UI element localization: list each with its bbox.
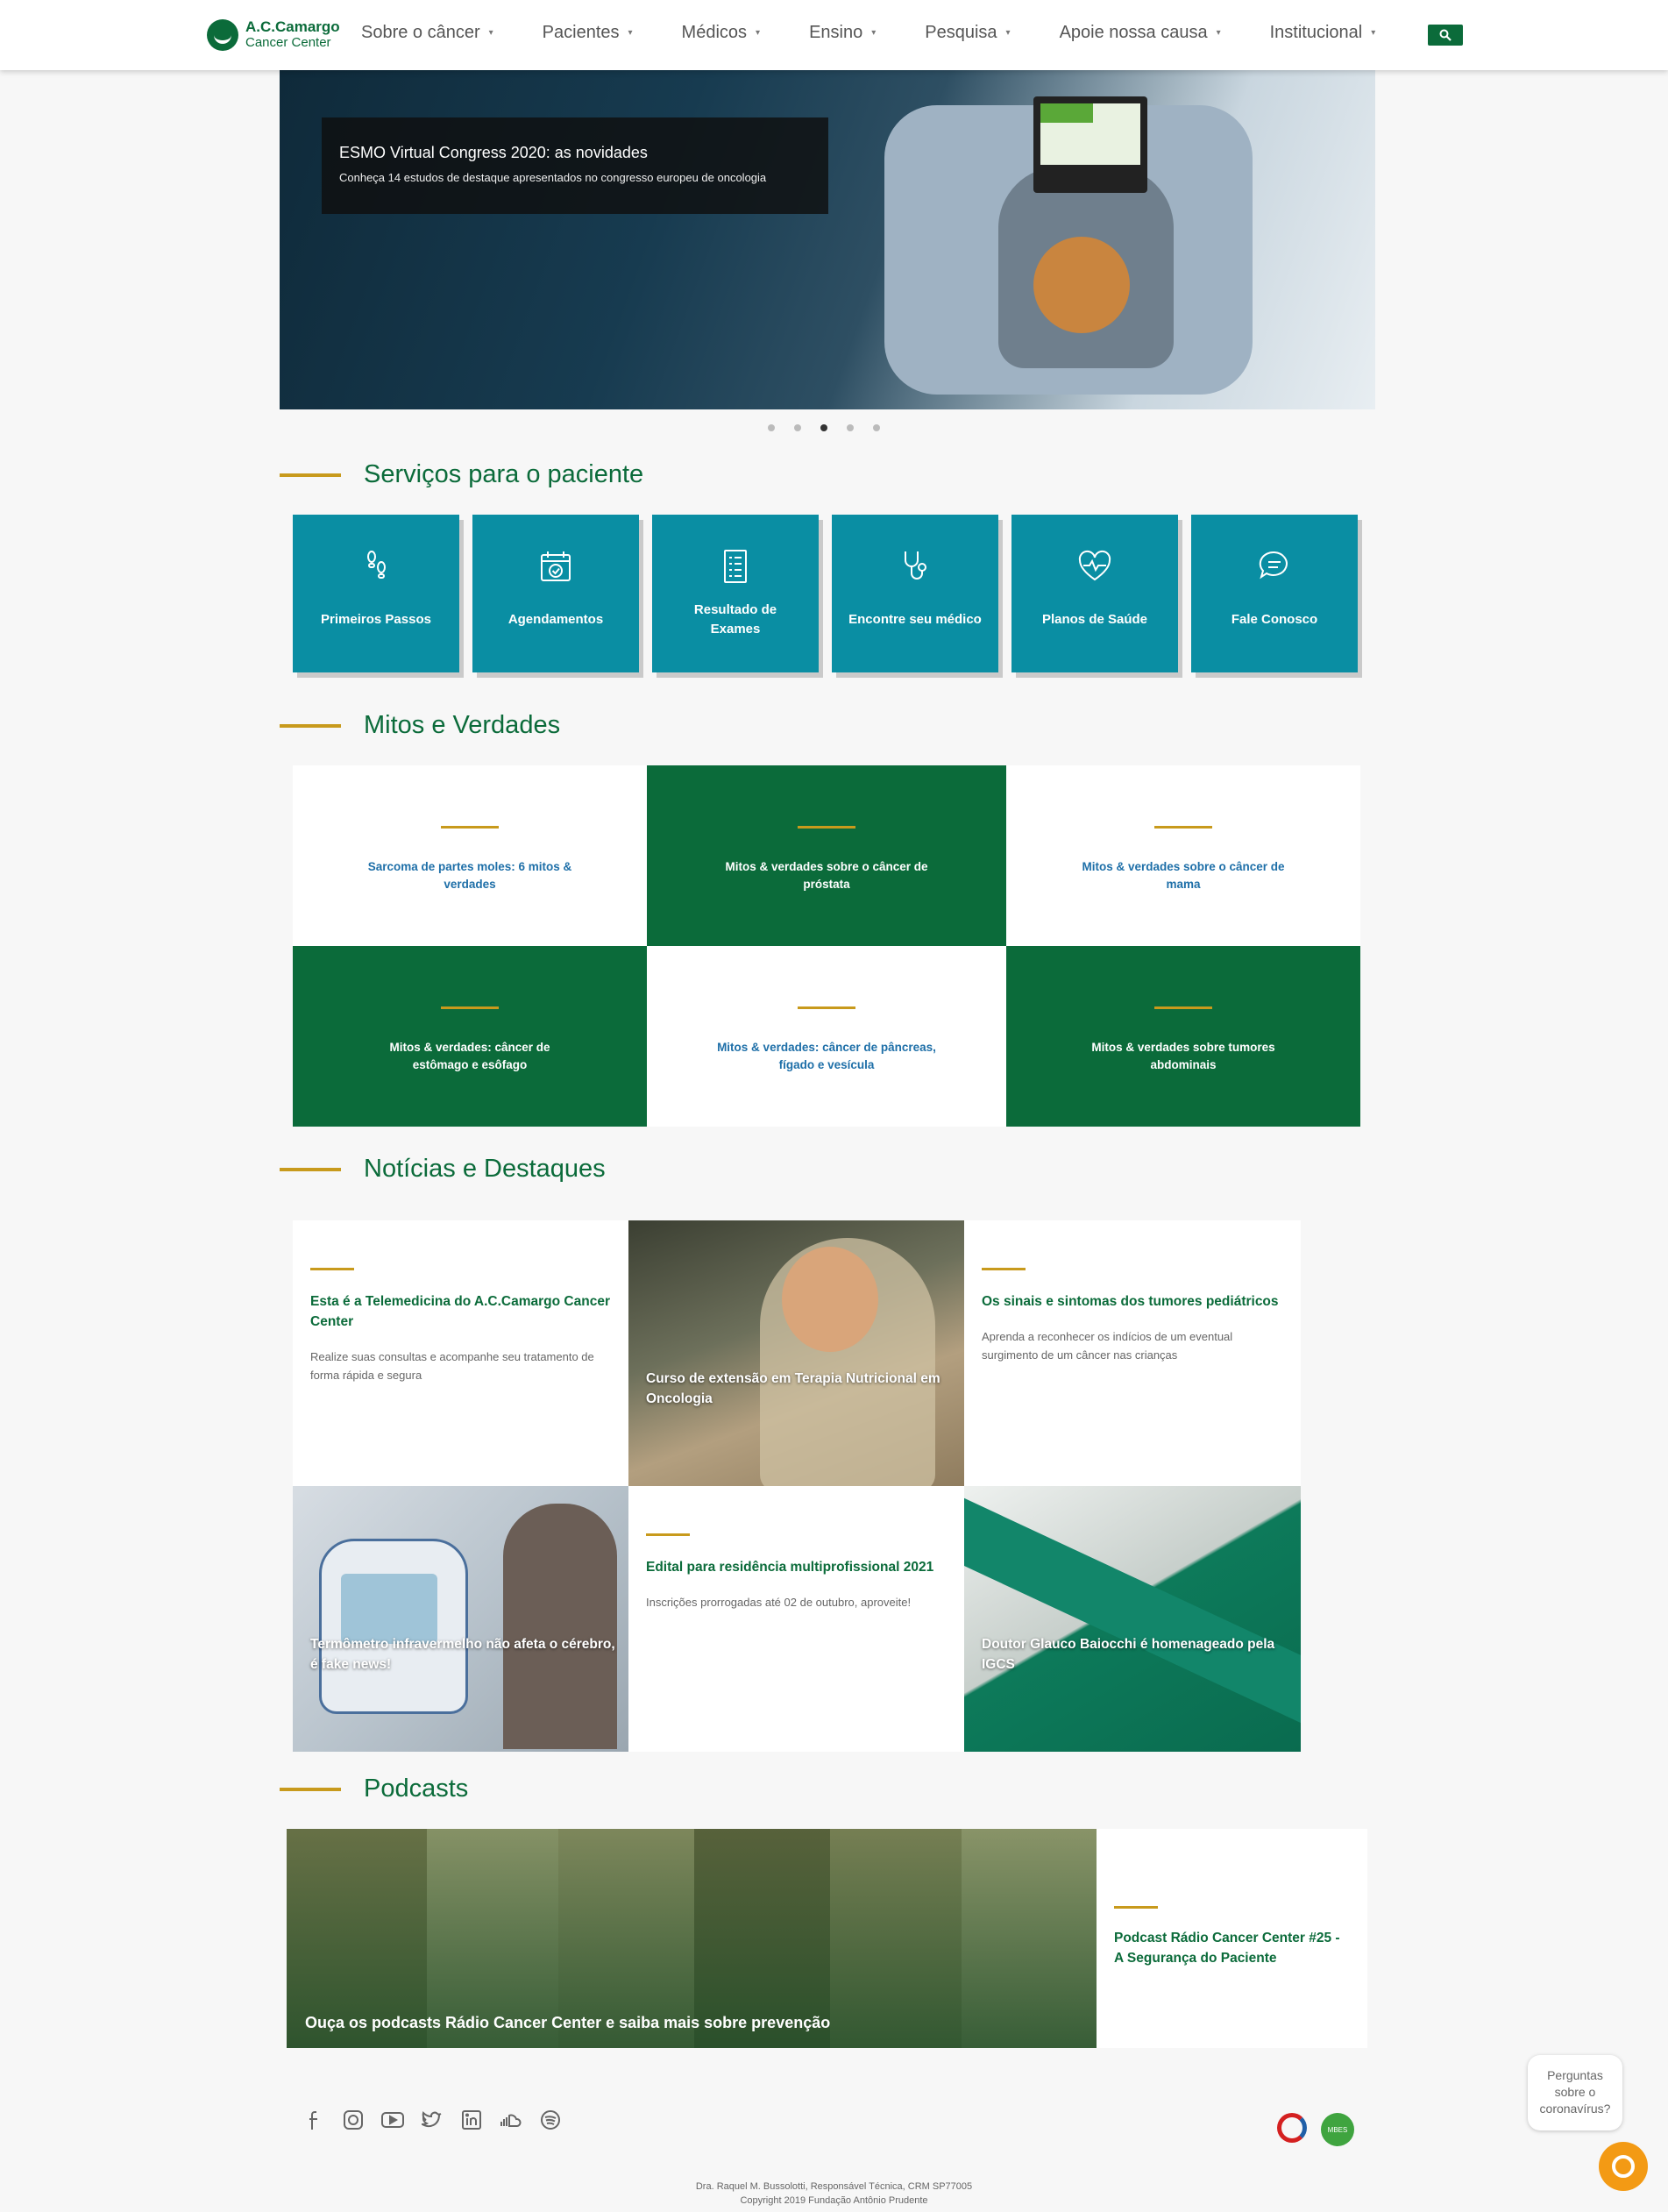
heart-pulse-icon: [1078, 550, 1111, 581]
nav-apoie-nossa-causa[interactable]: Apoie nossa causa ▾: [1060, 23, 1221, 43]
podcast-title: Podcast Rádio Cancer Center #25 - A Segu…: [1114, 1931, 1340, 1966]
carousel-dots: [768, 424, 899, 431]
section-title-mitos: Mitos e Verdades: [280, 711, 560, 740]
qualidade-seal-icon: [1277, 2113, 1307, 2143]
facebook-icon[interactable]: [302, 2109, 325, 2131]
service-agendamentos[interactable]: Agendamentos: [472, 515, 639, 672]
chevron-down-icon: ▾: [871, 28, 877, 38]
twitter-icon[interactable]: [421, 2109, 444, 2131]
mito-card[interactable]: Mitos & verdades sobre o câncer de mama: [1006, 765, 1360, 946]
hero-caption[interactable]: ESMO Virtual Congress 2020: as novidades…: [322, 117, 828, 214]
hero-image-laptop: [1033, 96, 1147, 193]
section-accent-bar: [280, 723, 341, 728]
social-links: [302, 2109, 578, 2131]
carousel-dot-active[interactable]: [820, 424, 827, 431]
chevron-down-icon: ▾: [488, 28, 493, 38]
hero-carousel[interactable]: ESMO Virtual Congress 2020: as novidades…: [280, 70, 1375, 409]
nav-medicos[interactable]: Médicos ▾: [682, 23, 761, 43]
chevron-down-icon: ▾: [1371, 28, 1376, 38]
news-card[interactable]: Doutor Glauco Baiocchi é homenageado pel…: [964, 1486, 1301, 1752]
chevron-down-icon: ▾: [1005, 28, 1011, 38]
chat-bubble-icon: [1612, 2155, 1635, 2178]
podcast-banner-caption: Ouça os podcasts Rádio Cancer Center e s…: [305, 2014, 831, 2031]
services-grid: Primeiros Passos Agendamentos Resultado …: [293, 515, 1371, 672]
nav-institucional[interactable]: Institucional ▾: [1270, 23, 1376, 43]
nav-pacientes[interactable]: Pacientes ▾: [543, 23, 633, 43]
hero-subtitle: Conheça 14 estudos de destaque apresenta…: [339, 171, 767, 184]
carousel-dot[interactable]: [794, 424, 801, 431]
news-card[interactable]: Edital para residência multiprofissional…: [628, 1486, 964, 1752]
search-button[interactable]: [1428, 25, 1463, 46]
search-icon: [1439, 29, 1452, 41]
section-title-news: Notícias e Destaques: [280, 1155, 606, 1184]
chevron-down-icon: ▾: [628, 28, 633, 38]
stethoscope-icon: [905, 551, 926, 580]
podcast-banner[interactable]: Ouça os podcasts Rádio Cancer Center e s…: [287, 1829, 1097, 2048]
mito-card[interactable]: Mitos & verdades: câncer de pâncreas, fí…: [647, 946, 1006, 1127]
nav-ensino[interactable]: Ensino ▾: [809, 23, 876, 43]
main-nav: Sobre o câncer ▾ Pacientes ▾ Médicos ▾ Ensi…: [361, 23, 1424, 43]
nav-sobre-o-cancer[interactable]: Sobre o câncer ▾: [361, 23, 493, 43]
service-primeiros-passos[interactable]: Primeiros Passos: [293, 515, 459, 672]
site-header: A.C.Camargo Cancer Center Sobre o câncer…: [0, 0, 1668, 70]
linkedin-icon[interactable]: [460, 2109, 483, 2131]
logo[interactable]: A.C.Camargo Cancer Center: [207, 19, 340, 51]
credit-copyright: Copyright 2019 Fundação Antônio Prudente: [740, 2195, 928, 2206]
news-card[interactable]: Curso de extensão em Terapia Nutricional…: [628, 1220, 964, 1486]
service-encontre-seu-medico[interactable]: Encontre seu médico: [832, 515, 998, 672]
soundcloud-icon[interactable]: [500, 2109, 522, 2131]
mito-card[interactable]: Mitos & verdades: câncer de estômago e e…: [293, 946, 647, 1127]
logo-subtitle: Cancer Center: [245, 35, 331, 50]
news-grid: Esta é a Telemedicina do A.C.Camargo Can…: [293, 1220, 1301, 1752]
news-card[interactable]: Os sinais e sintomas dos tumores pediátr…: [964, 1220, 1301, 1486]
service-resultado-de-exames[interactable]: Resultado de Exames: [652, 515, 819, 672]
carousel-dot[interactable]: [768, 424, 775, 431]
calendar-icon: [541, 551, 571, 581]
podcast-card[interactable]: Podcast Rádio Cancer Center #25 - A Segu…: [1097, 1829, 1367, 2048]
section-title-podcasts: Podcasts: [280, 1775, 468, 1803]
chevron-down-icon: ▾: [1216, 28, 1221, 38]
section-title-services: Serviços para o paciente: [280, 460, 643, 489]
instagram-icon[interactable]: [342, 2109, 365, 2131]
footprints-icon: [367, 551, 386, 579]
hero-image-head: [1033, 237, 1130, 333]
footer-credits: Dra. Raquel M. Bussolotti, Responsável T…: [0, 2180, 1668, 2208]
coronavirus-help-bubble[interactable]: Perguntas sobre o coronavírus?: [1528, 2055, 1622, 2130]
checklist-icon: [724, 550, 747, 583]
mito-card[interactable]: Sarcoma de partes moles: 6 mitos & verda…: [293, 765, 647, 946]
spotify-icon[interactable]: [539, 2109, 562, 2131]
carousel-dot[interactable]: [873, 424, 880, 431]
news-card[interactable]: Esta é a Telemedicina do A.C.Camargo Can…: [293, 1220, 628, 1486]
green-seal-icon: MBES: [1321, 2113, 1354, 2146]
section-accent-bar: [280, 1167, 341, 1171]
nav-pesquisa[interactable]: Pesquisa ▾: [925, 23, 1010, 43]
certification-seals: MBES: [1277, 2113, 1354, 2146]
section-accent-bar: [280, 473, 341, 477]
service-fale-conosco[interactable]: Fale Conosco: [1191, 515, 1358, 672]
section-accent-bar: [280, 1787, 341, 1791]
hero-title: ESMO Virtual Congress 2020: as novidades: [339, 144, 648, 161]
service-planos-de-saude[interactable]: Planos de Saúde: [1011, 515, 1178, 672]
mito-card[interactable]: Mitos & verdades sobre o câncer de próst…: [647, 765, 1006, 946]
mito-card[interactable]: Mitos & verdades sobre tumores abdominai…: [1006, 946, 1360, 1127]
carousel-dot[interactable]: [847, 424, 854, 431]
logo-mark-icon: [207, 19, 238, 51]
chat-icon: [1259, 551, 1288, 580]
credit-responsavel: Dra. Raquel M. Bussolotti, Responsável T…: [695, 2181, 973, 2192]
youtube-icon[interactable]: [381, 2109, 404, 2131]
mitos-grid: Sarcoma de partes moles: 6 mitos & verda…: [293, 765, 1360, 1127]
chevron-down-icon: ▾: [756, 28, 761, 38]
news-image: [964, 1497, 1301, 1746]
news-card[interactable]: Termômetro infravermelho não afeta o cér…: [293, 1486, 628, 1752]
news-image: [503, 1504, 617, 1749]
logo-name: A.C.Camargo: [245, 18, 340, 35]
